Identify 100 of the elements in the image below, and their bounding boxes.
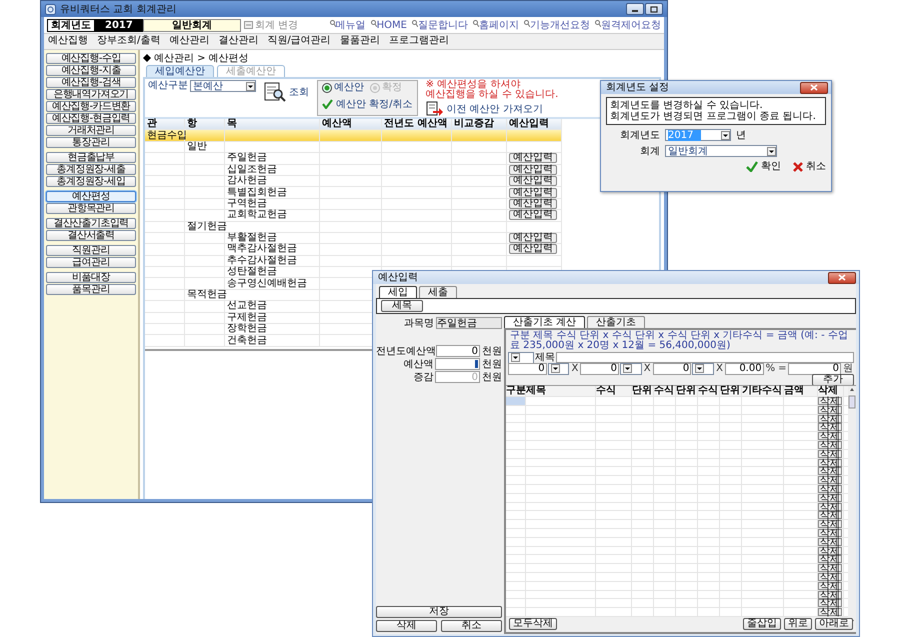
delete-row-button[interactable]: 삭제 [818,546,842,555]
table-row[interactable]: 부활절헌금 예산입력 [145,232,562,244]
delete-row-button[interactable]: 삭제 [818,564,842,572]
delete-row-button[interactable]: 삭제 [818,458,842,467]
delete-row-button[interactable]: 삭제 [818,406,842,414]
sidebar-button[interactable]: 거래처관리 [46,125,136,136]
delete-row-button[interactable]: 삭제 [818,494,842,502]
grid-row[interactable]: 삭제 [506,564,848,573]
tab[interactable]: 산출기초 계산 [504,316,586,328]
number-field[interactable]: 0 [652,362,692,374]
table-row[interactable]: 맥추감사절헌금 예산입력 [145,244,562,256]
delete-row-button[interactable]: 삭제 [818,608,842,616]
grid-row[interactable]: 삭제 [506,511,848,520]
unit-dropdown[interactable] [620,362,642,374]
grid-button[interactable]: 줄삽입 [743,618,781,630]
sidebar-button[interactable]: 총계정원장-세입 [46,176,136,187]
delete-row-button[interactable]: 삭제 [818,484,842,493]
amount-field[interactable]: 0 [788,362,841,374]
menu-item[interactable]: 예산관리 [169,35,210,48]
delete-row-button[interactable]: 삭제 [818,450,842,458]
close-button[interactable] [800,82,828,94]
grid-row[interactable]: 삭제 [506,432,848,441]
sidebar-button[interactable]: 현금출납부 [46,152,136,163]
budget-input-button[interactable]: 예산입력 [509,176,557,186]
delete-button[interactable]: 삭제 [376,620,437,632]
grid-row[interactable]: 삭제 [506,440,848,450]
close-button[interactable] [828,272,856,284]
top-link[interactable]: 메뉴얼 [330,20,366,30]
sidebar-button[interactable]: 직원관리 [46,245,136,256]
delete-row-button[interactable]: 삭제 [818,432,842,440]
add-button[interactable]: 추가 [812,374,854,386]
grid-row[interactable]: 삭제 [506,423,848,432]
grid-row[interactable]: 삭제 [506,467,848,476]
grid-row[interactable]: 삭제 [506,572,848,582]
grid-row[interactable]: 삭제 [506,476,848,485]
sidebar-button[interactable]: 비품대장 [46,272,136,283]
number-field[interactable]: 0 [508,362,547,374]
budget-input-button[interactable]: 예산입력 [509,244,557,254]
confirm-button[interactable]: 예산안 확정/취소 [322,95,413,113]
tab[interactable]: 세입 [379,286,417,298]
table-row[interactable]: 교회학교헌금 예산입력 [145,210,562,222]
delete-row-button[interactable]: 삭제 [818,397,842,405]
cancel-button[interactable]: 취소 [441,620,502,632]
delete-row-button[interactable]: 삭제 [818,599,842,608]
sidebar-button[interactable]: 은행내역가져오기 [46,89,136,100]
grid-row[interactable]: 삭제 [506,590,848,600]
delete-row-button[interactable]: 삭제 [818,511,842,520]
subject-button[interactable]: 세목 [381,300,423,312]
tab[interactable]: 산출기초 [587,316,646,328]
table-row[interactable]: 주일헌금 예산입력 [145,153,562,165]
table-row[interactable]: 현금수입 [145,130,562,142]
top-link[interactable]: 기능개선요청 [524,20,590,30]
budget-input-button[interactable]: 예산입력 [509,210,557,220]
grid-row[interactable]: 삭제 [506,546,848,556]
search-button[interactable]: 조회 [264,80,309,104]
table-row[interactable]: 감사헌금 예산입력 [145,176,562,188]
delete-row-button[interactable]: 삭제 [818,582,842,590]
amount-field[interactable] [435,358,480,370]
number-field[interactable]: 0.00 [724,362,764,374]
category-dropdown[interactable] [508,352,534,364]
delete-row-button[interactable]: 삭제 [818,467,842,476]
number-field[interactable]: 0 [580,362,619,374]
title-field[interactable] [556,352,854,363]
delete-row-button[interactable]: 삭제 [818,590,842,599]
cancel-button[interactable]: 취소 [793,161,826,172]
grid-row[interactable]: 삭제 [506,484,848,494]
grid-row[interactable]: 삭제 [506,538,848,547]
grid-row[interactable]: 삭제 [506,397,848,406]
grid-button[interactable]: 아래로 [815,618,853,630]
table-row[interactable]: 특별집회헌금 예산입력 [145,187,562,199]
budget-input-button[interactable]: 예산입력 [509,188,557,198]
current-cell[interactable] [506,397,526,405]
menu-item[interactable]: 직원/급여관리 [267,35,331,48]
table-row[interactable]: 구역헌금 예산입력 [145,198,562,210]
budget-input-button[interactable]: 예산입력 [509,153,557,164]
grid-row[interactable]: 삭제 [506,520,848,529]
table-row[interactable]: 추수감사절헌금 [145,256,562,268]
amount-field[interactable]: 0 [436,345,480,357]
sidebar-button[interactable]: 총계정원장-세출 [46,164,136,175]
sidebar-button[interactable]: 예산편성 [46,191,136,202]
delete-row-button[interactable]: 삭제 [818,502,842,511]
top-link[interactable]: HOME [370,20,407,30]
sidebar-button[interactable]: 결산산출기초입력 [46,218,136,229]
menu-item[interactable]: 물품관리 [340,35,380,48]
minimize-button[interactable] [626,3,644,15]
ok-button[interactable]: 확인 [746,161,781,172]
top-link[interactable]: 질문합니다 [412,20,468,30]
table-row[interactable]: 절기헌금 [145,222,562,233]
grid-row[interactable]: 삭제 [506,450,848,459]
delete-row-button[interactable]: 삭제 [818,414,842,423]
grid-row[interactable]: 삭제 [506,406,848,415]
delete-row-button[interactable]: 삭제 [818,528,842,537]
sidebar-button[interactable]: 예산집행-현금입력 [46,113,136,124]
sidebar-button[interactable]: 급여관리 [46,257,136,268]
grid-row[interactable]: 삭제 [506,608,848,617]
delete-row-button[interactable]: 삭제 [818,538,842,546]
grid-row[interactable]: 삭제 [506,458,848,468]
menu-item[interactable]: 결산관리 [218,35,258,48]
sidebar-button[interactable]: 결산서출력 [46,230,136,241]
sidebar-button[interactable]: 예산집행-지출 [46,65,136,76]
